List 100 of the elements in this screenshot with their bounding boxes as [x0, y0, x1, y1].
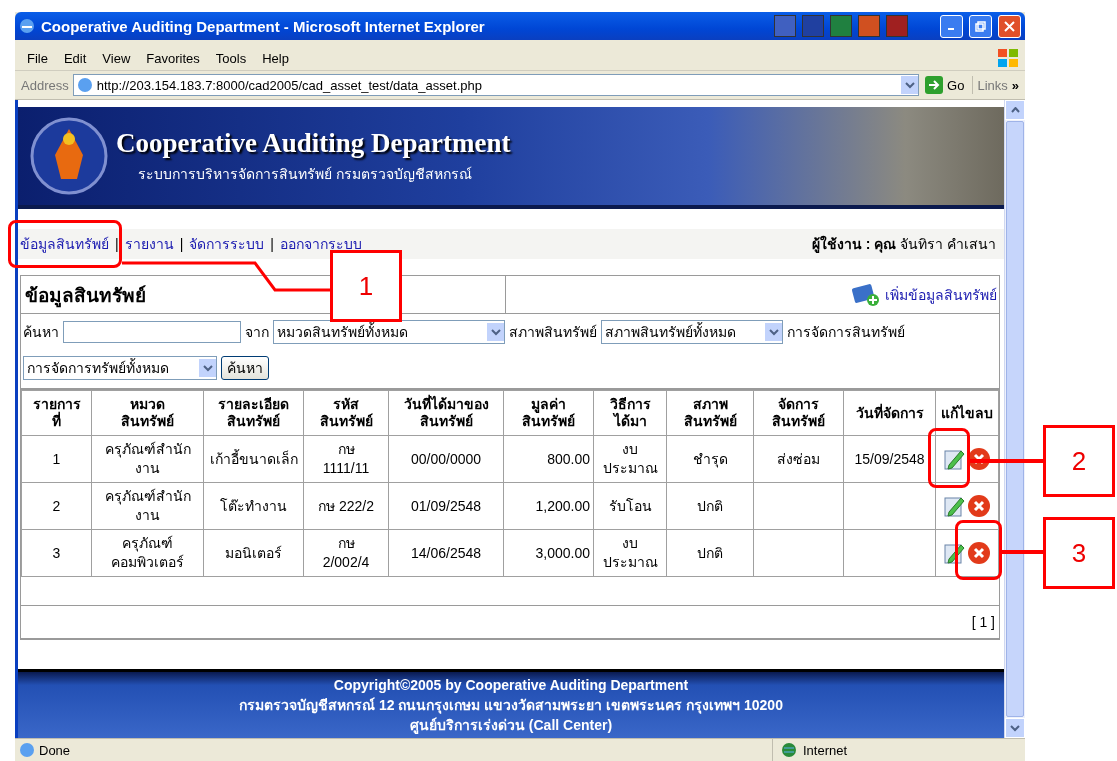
go-button[interactable]: Go: [923, 76, 974, 94]
restore-icon[interactable]: [975, 20, 986, 32]
table-cell: กษ 1111/11: [303, 435, 389, 483]
search-button[interactable]: ค้นหา: [221, 356, 269, 380]
from-label: จาก: [245, 323, 269, 342]
banner-title: Cooperative Auditing Department: [116, 127, 511, 159]
app-icon[interactable]: [774, 15, 796, 37]
table-cell: เก้าอี้ขนาดเล็ก: [203, 435, 304, 483]
menu-item[interactable]: Favorites: [140, 48, 206, 68]
table-cell: ปกติ: [666, 529, 754, 577]
callout-number: 2: [1071, 445, 1087, 477]
menu-item[interactable]: Edit: [57, 48, 93, 68]
emblem-icon: [30, 117, 108, 195]
table-cell: 800.00: [503, 435, 594, 483]
delete-icon[interactable]: [967, 447, 991, 471]
scrollbar[interactable]: [1004, 100, 1025, 738]
status-label: สภาพสินทรัพย์: [509, 323, 597, 342]
nav-link[interactable]: จัดการระบบ: [189, 233, 265, 255]
separator: |: [270, 236, 274, 252]
column-header: วิธีการ ได้มา: [593, 390, 667, 436]
table-cell: กษ 2/002/4: [303, 529, 389, 577]
menu-item[interactable]: View: [96, 48, 137, 68]
column-header: รายการ ที่: [21, 390, 92, 436]
table-cell: รับโอน: [593, 482, 667, 530]
app-icon[interactable]: [830, 15, 852, 37]
footer-text: กรมตรวจบัญชีสหกรณ์ 12 ถนนกรุงเกษม แขวงวัดสามพระยา เขตพระนคร กรุงเทพฯ 10200: [239, 696, 783, 715]
menu-item[interactable]: Help: [256, 48, 295, 68]
nav-link[interactable]: รายงาน: [124, 233, 174, 255]
page-icon: [76, 77, 93, 93]
callout-number: 3: [1071, 537, 1087, 569]
table-cell: 15/09/2548: [843, 435, 936, 483]
table-cell: ชำรุด: [666, 435, 754, 483]
management-label: การจัดการสินทรัพย์: [787, 323, 905, 342]
menu-item[interactable]: Tools: [209, 48, 253, 68]
table-cell: กษ 222/2: [303, 482, 389, 530]
column-header: แก้ไขลบ: [935, 390, 999, 436]
caret-up-icon[interactable]: [1010, 107, 1020, 113]
edit-icon[interactable]: [943, 494, 967, 518]
management-dropdown[interactable]: การจัดการทรัพย์ทั้งหมด: [23, 356, 217, 380]
pagination[interactable]: [ 1 ]: [971, 614, 995, 630]
table-cell: งบ ประมาณ: [593, 435, 667, 483]
column-header: วันที่จัดการ: [843, 390, 936, 436]
table-cell: งบ ประมาณ: [593, 529, 667, 577]
close-icon[interactable]: [1004, 20, 1015, 32]
table-cell: ส่งซ่อม: [753, 435, 844, 483]
address-label: Address: [21, 77, 69, 93]
footer-text: ศูนย์บริการเร่งด่วน (Call Center): [409, 716, 613, 735]
add-asset-link[interactable]: เพิ่มข้อมูลสินทรัพย์: [851, 276, 999, 313]
status-text: Done: [39, 742, 71, 758]
table-cell: 1,200.00: [503, 482, 594, 530]
table-cell: ครุภัณฑ์สำนัก งาน: [91, 435, 204, 483]
banner-subtitle: ระบบการบริหารจัดการสินทรัพย์ กรมตรวจบัญชีสหกรณ์: [137, 164, 473, 184]
edit-icon[interactable]: [943, 447, 967, 471]
callout-number: 1: [358, 270, 374, 302]
address-field[interactable]: http://203.154.183.7:8000/cad2005/cad_asset_test/data_asset.php: [72, 74, 920, 96]
column-header: วันที่ได้มาของ สินทรัพย์: [388, 390, 504, 436]
highlight-ring: [955, 520, 1002, 580]
table-cell: 2: [21, 482, 92, 530]
table-cell: 01/09/2548: [388, 482, 504, 530]
chevron-label[interactable]: »: [1011, 77, 1019, 93]
delete-icon[interactable]: [967, 494, 991, 518]
table-cell: มอนิเตอร์: [203, 529, 304, 577]
table-cell: 1: [21, 435, 92, 483]
restore-button[interactable]: [969, 14, 992, 38]
table-cell: ครุภัณฑ์ คอมพิวเตอร์: [91, 529, 204, 577]
menu-item[interactable]: File: [21, 48, 54, 68]
close-button[interactable]: [998, 14, 1021, 38]
table-cell: 3: [21, 529, 92, 577]
column-header: รหัส สินทรัพย์: [303, 390, 389, 436]
footer-text: Copyright©2005 by Cooperative Auditing Department: [333, 676, 689, 695]
app-icon[interactable]: [858, 15, 880, 37]
user-info: ผู้ใช้งาน : คุณ จันทิรา คำเสนา: [811, 234, 996, 255]
caret-icon[interactable]: [1010, 724, 1020, 732]
table-cell: 3,000.00: [503, 529, 594, 577]
column-header: หมวด สินทรัพย์: [91, 390, 204, 436]
table-cell: 00/00/0000: [388, 435, 504, 483]
caret-icon[interactable]: [904, 81, 915, 89]
nav-link[interactable]: ออกจากระบบ: [279, 233, 362, 255]
caret-icon[interactable]: [768, 328, 779, 336]
zone-text: Internet: [803, 742, 848, 758]
caret-icon[interactable]: [490, 328, 501, 336]
table-cell: ครุภัณฑ์สำนัก งาน: [91, 482, 204, 530]
nav-link[interactable]: ข้อมูลสินทรัพย์: [20, 233, 109, 255]
page-icon: [19, 742, 35, 758]
column-header: รายละเอียด สินทรัพย์: [203, 390, 304, 436]
separator: |: [115, 236, 119, 252]
search-field[interactable]: [63, 321, 241, 343]
windows-logo-icon: [997, 48, 1019, 68]
separator: |: [179, 236, 184, 252]
book-plus-icon[interactable]: [851, 282, 881, 307]
table-cell: โต๊ะทำงาน: [203, 482, 304, 530]
delete-icon[interactable]: [967, 541, 991, 565]
search-label: ค้นหา: [23, 323, 59, 342]
caret-icon[interactable]: [202, 364, 213, 372]
highlight-ring: [928, 428, 970, 488]
globe-icon: [781, 742, 797, 758]
status-dropdown[interactable]: สภาพสินทรัพย์ทั้งหมด: [601, 320, 783, 344]
minimize-button[interactable]: [940, 14, 963, 38]
links-label[interactable]: Links: [977, 77, 1008, 93]
table-cell: 14/06/2548: [388, 529, 504, 577]
